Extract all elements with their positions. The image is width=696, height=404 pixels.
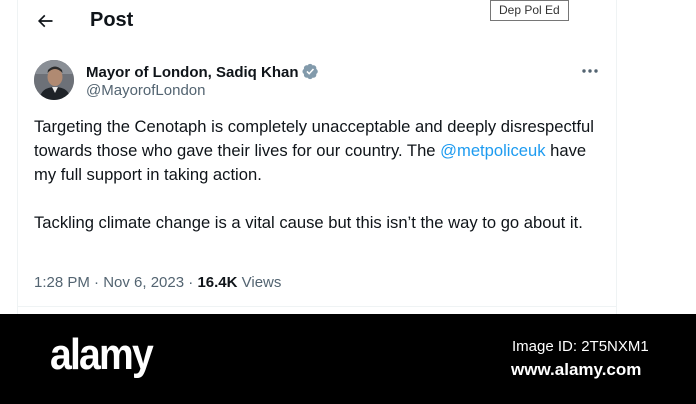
column-border-right [616, 0, 617, 314]
tweet-meta: 1:28 PM · Nov 6, 2023 · 16.4K Views [34, 274, 281, 291]
views-label: Views [241, 274, 282, 291]
page-title: Post [90, 9, 134, 31]
column-border-left [17, 0, 18, 314]
post-page: Post Dep Pol Ed Mayor of London, Sadiq K… [0, 0, 696, 314]
views-count: 16.4K [197, 274, 238, 291]
more-horizontal-icon [582, 69, 598, 73]
author-handle[interactable]: @MayorofLondon [86, 82, 205, 99]
tweet-paragraph-2: Tackling climate change is a vital cause… [34, 213, 583, 232]
tweet-paragraph-1: Targeting the Cenotaph is completely una… [34, 115, 604, 187]
author-name-text: Mayor of London, Sadiq Khan [86, 64, 299, 81]
avatar[interactable] [34, 60, 74, 100]
mention-link[interactable]: @metpoliceuk [440, 141, 545, 160]
arrow-left-icon [37, 14, 53, 28]
stock-watermark-bar: alamy Image ID: 2T5NXM1 www.alamy.com [0, 314, 696, 404]
watermark-site: www.alamy.com [511, 360, 642, 379]
tweet-author: Mayor of London, Sadiq Khan @MayorofLond… [34, 60, 600, 102]
alamy-logo-text: alamy [50, 332, 154, 379]
profile-photo [34, 60, 74, 100]
author-display-name[interactable]: Mayor of London, Sadiq Khan [86, 63, 319, 81]
more-options-button[interactable] [580, 64, 600, 78]
watermark-image-id: Image ID: 2T5NXM1 [512, 338, 649, 355]
tweet-timestamp[interactable]: 1:28 PM · Nov 6, 2023 [34, 274, 184, 291]
alamy-logo: alamy [50, 332, 154, 379]
verified-badge-icon [301, 63, 318, 80]
tweet-text: Targeting the Cenotaph is completely una… [34, 115, 604, 235]
back-button[interactable] [31, 6, 59, 36]
divider [17, 306, 616, 307]
tooltip: Dep Pol Ed [490, 0, 569, 21]
meta-separator: · [188, 274, 194, 291]
